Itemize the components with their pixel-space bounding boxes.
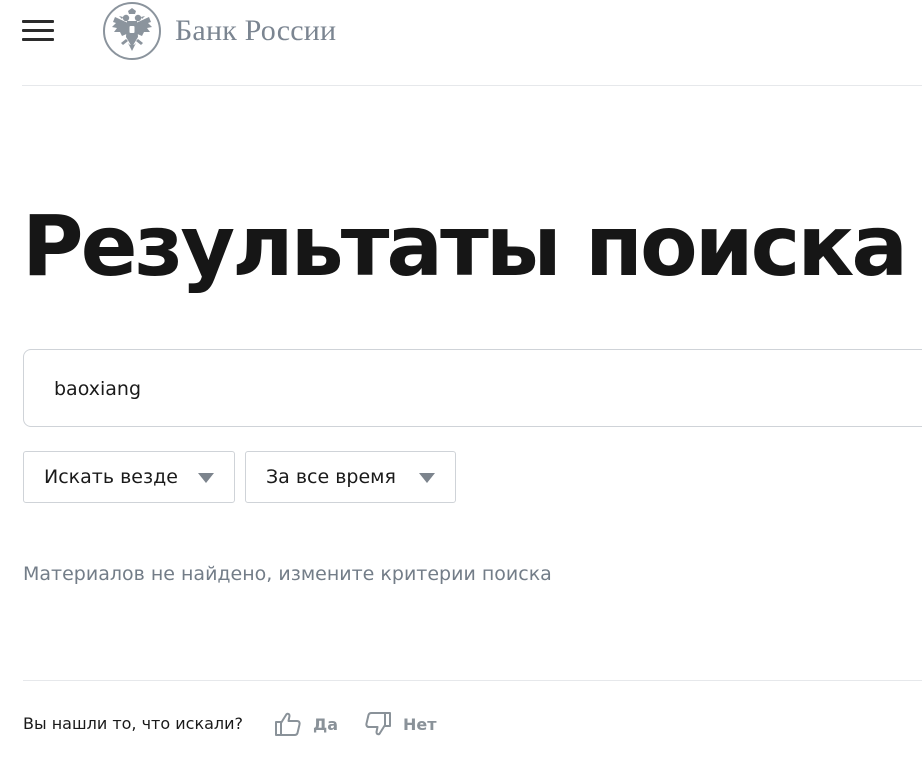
menu-bar — [22, 20, 54, 23]
feedback-yes-label: Да — [313, 714, 339, 734]
thumbs-down-icon — [365, 712, 391, 736]
logo-text: Банк России — [175, 14, 337, 47]
page-title: Результаты поиска — [22, 197, 908, 295]
no-results-message: Материалов не найдено, измените критерии… — [23, 563, 552, 585]
search-input[interactable] — [54, 374, 874, 404]
menu-bar — [22, 29, 54, 32]
feedback-yes-button[interactable]: Да — [273, 708, 338, 740]
hamburger-menu-icon[interactable] — [22, 20, 54, 42]
feedback-no-button[interactable]: Нет — [363, 708, 437, 740]
search-box[interactable] — [23, 349, 922, 427]
feedback-bar: Вы нашли то, что искали? Да Нет — [23, 706, 903, 742]
header-divider — [22, 85, 922, 86]
menu-bar — [22, 38, 54, 41]
chevron-down-icon — [419, 473, 435, 483]
site-header: Банк России — [0, 0, 922, 86]
feedback-question: Вы нашли то, что искали? — [23, 714, 244, 733]
period-filter-value: За все время — [266, 466, 396, 488]
content-divider — [23, 680, 922, 681]
feedback-no-label: Нет — [403, 714, 437, 734]
scope-filter-value: Искать везде — [44, 466, 178, 488]
eagle-emblem-icon — [103, 2, 161, 60]
search-results-page: Банк России Результаты поиска Искать вез… — [0, 0, 922, 772]
home-logo-link[interactable]: Банк России — [102, 1, 336, 61]
thumbs-up-icon — [275, 712, 301, 736]
period-filter-dropdown[interactable]: За все время — [245, 451, 456, 503]
chevron-down-icon — [198, 473, 214, 483]
scope-filter-dropdown[interactable]: Искать везде — [23, 451, 235, 503]
